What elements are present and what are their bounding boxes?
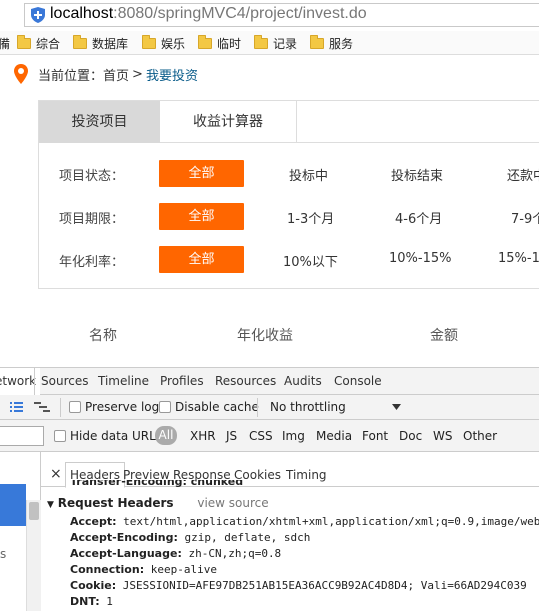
devtools-tab-bar: Network Sources Timeline Profiles Resour…	[0, 367, 539, 395]
divider	[60, 398, 61, 417]
bookmark-fragment[interactable]: 備	[0, 35, 10, 51]
filter-term-all-button[interactable]: 全部	[159, 203, 244, 230]
bookmark-folder[interactable]: 综合	[17, 34, 60, 51]
filter-rate-option[interactable]: 10%以下	[283, 251, 338, 270]
header-row: DNT: 1	[70, 595, 113, 608]
breadcrumb-home[interactable]: 首页	[103, 65, 129, 84]
header-row: Accept-Encoding: gzip, deflate, sdch	[70, 531, 311, 544]
breadcrumb-prefix: 当前位置：	[38, 68, 104, 84]
filter-status-option[interactable]: 投标中	[289, 165, 328, 184]
devtools-tab-timeline[interactable]: Timeline	[98, 374, 149, 388]
bookmark-folder[interactable]: 临时	[198, 34, 241, 51]
cut-off-header-line: Transfer-Encoding: chunked	[70, 480, 244, 488]
request-headers-section[interactable]: ▼ Request Headers view source	[47, 496, 269, 510]
close-icon[interactable]: ×	[50, 466, 62, 482]
folder-icon	[17, 34, 31, 49]
detail-tab-timing[interactable]: Timing	[286, 468, 327, 482]
bookmark-folder[interactable]: 娱乐	[142, 34, 185, 51]
filter-input[interactable]	[0, 426, 44, 446]
bookmark-folder[interactable]: 服务	[310, 34, 353, 51]
folder-icon	[73, 34, 87, 49]
filter-status-all-button[interactable]: 全部	[159, 160, 244, 187]
filter-type-xhr[interactable]: XHR	[190, 429, 216, 443]
filter-label-rate: 年化利率：	[59, 255, 125, 270]
filter-label-term: 项目期限：	[59, 212, 125, 227]
folder-icon	[142, 34, 156, 49]
request-headers-title: Request Headers	[57, 496, 174, 510]
tab-invest-projects[interactable]: 投资项目	[39, 101, 160, 143]
filter-status-option[interactable]: 投标结束	[391, 165, 443, 184]
filter-type-doc[interactable]: Doc	[399, 429, 422, 443]
breadcrumb-sep: >	[132, 66, 143, 82]
filter-term-option[interactable]: 7-9个月	[511, 208, 539, 227]
devtools-tab-console[interactable]: Console	[334, 374, 382, 388]
secure-shield-icon	[31, 7, 45, 23]
divider	[34, 368, 35, 395]
devtools-tab-resources[interactable]: Resources	[215, 374, 276, 388]
filter-label-status: 项目状态：	[59, 169, 125, 184]
devtools-tab-profiles[interactable]: Profiles	[160, 374, 204, 388]
hide-data-urls-label: Hide data URLs	[70, 429, 163, 443]
bookmark-folder[interactable]: 记录	[254, 34, 297, 51]
filter-panel: 投资项目 收益计算器 项目状态： 全部 投标中 投标结束 还款中 项目期限： 全…	[38, 100, 539, 289]
filter-type-css[interactable]: CSS	[249, 429, 273, 443]
table-header-name: 名称	[89, 328, 117, 344]
filter-type-ws[interactable]: WS	[433, 429, 452, 443]
divider	[257, 398, 258, 417]
scrollbar-thumb[interactable]	[29, 502, 39, 520]
throttling-select[interactable]: No throttling	[270, 400, 346, 414]
list-view-icon[interactable]	[10, 401, 23, 413]
breadcrumb-current[interactable]: 我要投资	[146, 65, 198, 84]
devtools-tab-sources[interactable]: Sources	[41, 374, 88, 388]
filter-type-all[interactable]: All	[155, 426, 177, 445]
filter-type-font[interactable]: Font	[362, 429, 388, 443]
url-text[interactable]: localhost:8080/springMVC4/project/invest…	[50, 4, 367, 24]
filter-rate-option[interactable]: 15%-18%	[498, 251, 539, 266]
filter-term-option[interactable]: 1-3个月	[287, 208, 334, 227]
filter-type-media[interactable]: Media	[316, 429, 352, 443]
preserve-log-label: Preserve log	[85, 400, 160, 414]
request-detail-pane: × Headers Preview Response Cookies Timin…	[41, 452, 539, 611]
selected-request-row[interactable]	[0, 484, 26, 526]
request-row-fragment[interactable]: s	[0, 547, 6, 561]
overview-icon[interactable]	[34, 401, 50, 413]
folder-icon	[310, 34, 324, 49]
preserve-log-checkbox[interactable]	[69, 401, 81, 413]
header-row: Cookie: JSESSIONID=AFE97DB251AB15EA36ACC…	[70, 579, 527, 592]
disable-cache-label: Disable cache	[175, 400, 259, 414]
filter-term-option[interactable]: 4-6个月	[395, 208, 442, 227]
devtools-tab-audits[interactable]: Audits	[284, 374, 322, 388]
hide-data-urls-checkbox[interactable]	[54, 430, 66, 442]
request-list-scrollbar[interactable]	[26, 500, 41, 611]
view-source-link[interactable]: view source	[197, 496, 268, 510]
dropdown-arrow-icon[interactable]	[392, 404, 401, 410]
filter-rate-option[interactable]: 10%-15%	[389, 251, 451, 266]
table-header-amount: 金额	[430, 328, 458, 344]
filter-rate-all-button[interactable]: 全部	[159, 246, 244, 273]
network-filter-bar: Hide data URLs All XHR JS CSS Img Media …	[0, 420, 539, 452]
filter-type-other[interactable]: Other	[463, 429, 497, 443]
header-row: Accept-Language: zh-CN,zh;q=0.8	[70, 547, 282, 560]
disable-cache-checkbox[interactable]	[159, 401, 171, 413]
tab-calculator[interactable]: 收益计算器	[160, 101, 297, 143]
bookmark-folder[interactable]: 数据库	[73, 34, 128, 51]
folder-icon	[254, 34, 268, 49]
filter-type-js[interactable]: JS	[226, 429, 237, 443]
bookmarks-bar: 備 综合 数据库 娱乐 临时 记录 服务	[0, 31, 539, 55]
collapse-triangle-icon[interactable]: ▼	[47, 500, 54, 510]
header-row: Accept: text/html,application/xhtml+xml,…	[70, 515, 539, 528]
header-row: Connection: keep-alive	[70, 563, 217, 576]
table-header-yield: 年化收益	[237, 328, 293, 344]
location-pin-icon	[14, 64, 28, 84]
address-bar[interactable]: localhost:8080/springMVC4/project/invest…	[0, 0, 539, 31]
breadcrumb: 当前位置： 首页 > 我要投资	[14, 62, 198, 86]
filter-type-img[interactable]: Img	[282, 429, 305, 443]
filter-status-option[interactable]: 还款中	[507, 165, 539, 184]
network-toolbar: Preserve log Disable cache No throttling	[0, 395, 539, 420]
panel-tabs: 投资项目 收益计算器	[39, 101, 539, 143]
folder-icon	[198, 34, 212, 49]
